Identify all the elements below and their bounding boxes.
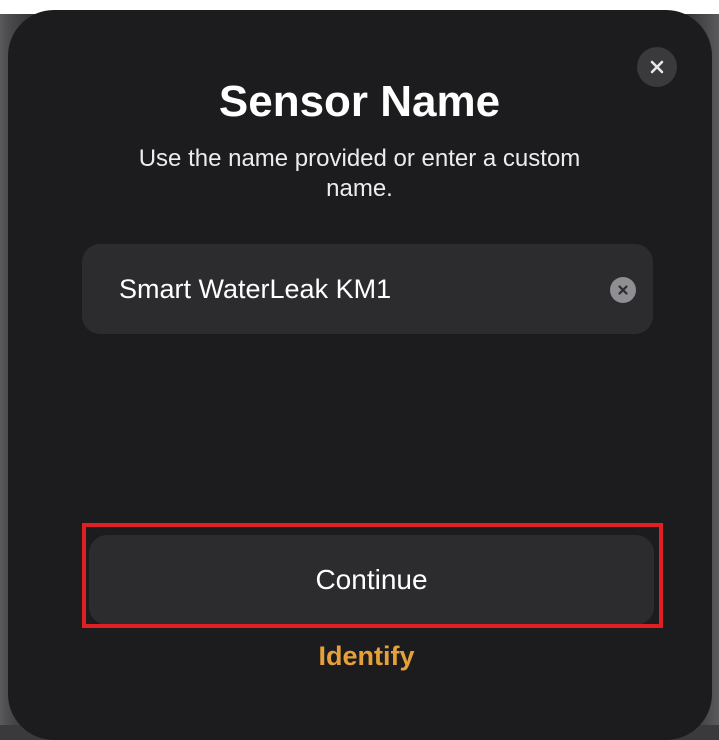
continue-highlight-box (82, 523, 663, 628)
close-icon (650, 60, 664, 74)
sensor-name-input[interactable] (119, 244, 589, 334)
dialog-subtitle: Use the name provided or enter a custom … (138, 145, 581, 202)
sensor-name-field[interactable] (82, 244, 653, 334)
clear-circle-icon (618, 285, 628, 295)
identify-link[interactable]: Identify (0, 636, 719, 676)
dialog-title: Sensor Name (218, 77, 501, 126)
clear-text-button[interactable] (610, 277, 636, 303)
